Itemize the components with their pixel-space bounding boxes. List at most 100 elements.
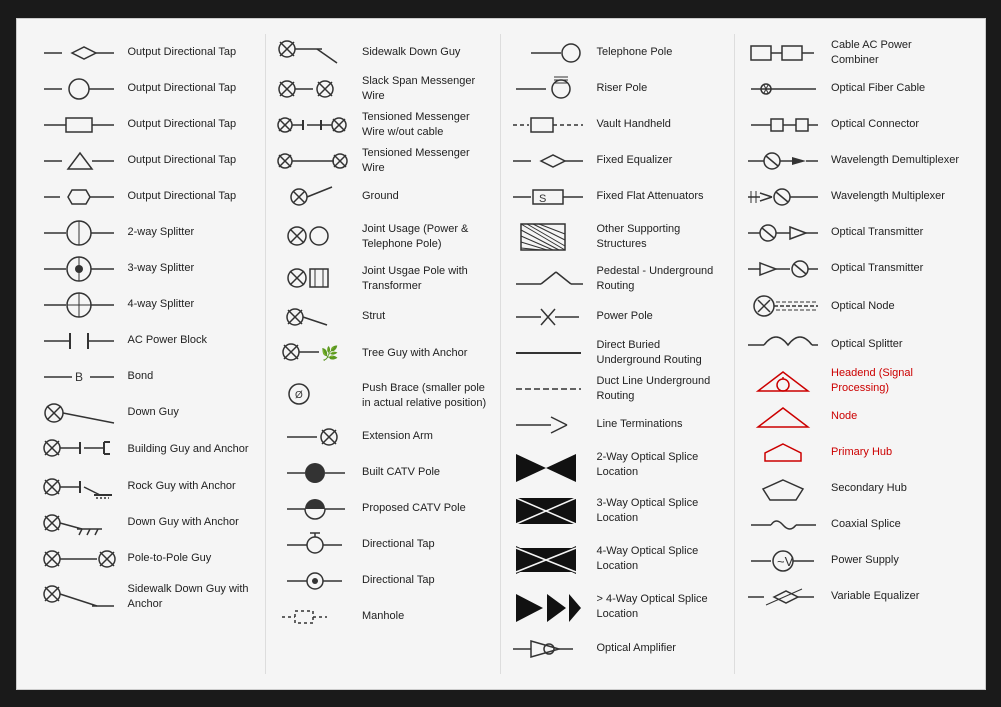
label: Pole-to-Pole Guy	[128, 551, 212, 565]
optical-node-symbol	[743, 290, 823, 324]
tensioned-messenger-symbol	[274, 147, 354, 175]
headend-symbol	[743, 367, 823, 395]
pedestal-underground-symbol	[509, 262, 589, 296]
svg-text:Ø: Ø	[295, 390, 303, 401]
label: Vault Handheld	[597, 117, 671, 131]
optical-fiber-cable-symbol	[743, 75, 823, 103]
fixed-equalizer-symbol	[509, 147, 589, 175]
push-brace-symbol: Ø	[274, 376, 354, 416]
list-item: Optical Node	[743, 290, 962, 324]
list-item: Rock Guy with Anchor	[40, 472, 258, 502]
label: Sidewalk Down Guy	[362, 45, 460, 59]
built-catv-pole-symbol	[274, 459, 354, 487]
sidewalk-down-guy-anchor-symbol	[40, 580, 120, 614]
label: Strut	[362, 309, 385, 323]
label: 3-Way Optical Splice Location	[597, 496, 727, 525]
list-item: Extension Arm	[274, 422, 492, 452]
other-supporting-symbol	[509, 218, 589, 256]
list-item: Riser Pole	[509, 74, 727, 104]
list-item: 3-way Splitter	[40, 254, 258, 284]
power-supply-symbol: ~V	[743, 547, 823, 575]
splitter-2way-symbol	[40, 219, 120, 247]
list-item: Wavelength Multiplexer	[743, 182, 962, 212]
list-item: Power Pole	[509, 302, 727, 332]
list-item: 🌿 Tree Guy with Anchor	[274, 338, 492, 370]
output-tap-triangle-symbol	[40, 147, 120, 175]
label: Directional Tap	[362, 537, 435, 551]
list-item: Sidewalk Down Guy with Anchor	[40, 580, 258, 614]
coaxial-splice-symbol	[743, 511, 823, 539]
label: Output Directional Tap	[128, 81, 237, 95]
label: Built CATV Pole	[362, 465, 440, 479]
list-item: S Fixed Flat Attenuators	[509, 182, 727, 212]
list-item: Slack Span Messenger Wire	[274, 74, 492, 104]
label: Manhole	[362, 609, 404, 623]
label: Variable Equalizer	[831, 589, 919, 603]
output-tap-circle-symbol	[40, 75, 120, 103]
list-item: Primary Hub	[743, 438, 962, 468]
label: Bond	[128, 369, 154, 383]
directional-tap-2-symbol	[274, 567, 354, 595]
list-item: Sidewalk Down Guy	[274, 38, 492, 68]
label: 3-way Splitter	[128, 261, 195, 275]
label: Output Directional Tap	[128, 189, 237, 203]
list-item: Output Directional Tap	[40, 182, 258, 212]
svg-text:~V: ~V	[777, 554, 794, 569]
node-symbol	[743, 403, 823, 431]
list-item: Joint Usage (Power & Telephone Pole)	[274, 218, 492, 256]
column-1: Output Directional Tap Output Directiona…	[32, 34, 267, 674]
label: Rock Guy with Anchor	[128, 479, 236, 493]
list-item: B Bond	[40, 362, 258, 392]
manhole-symbol	[274, 603, 354, 631]
list-item: Down Guy	[40, 398, 258, 428]
label: Tree Guy with Anchor	[362, 346, 467, 360]
list-item: Telephone Pole	[509, 38, 727, 68]
list-item: AC Power Block	[40, 326, 258, 356]
riser-pole-symbol	[509, 75, 589, 103]
splice-2way-symbol	[509, 446, 589, 484]
list-item: Vault Handheld	[509, 110, 727, 140]
list-item: Down Guy with Anchor	[40, 508, 258, 538]
optical-amplifier-symbol	[509, 635, 589, 663]
joint-usgae-transformer-symbol	[274, 262, 354, 296]
list-item: Joint Usgae Pole with Transformer	[274, 262, 492, 296]
list-item: Node	[743, 402, 962, 432]
label: Output Directional Tap	[128, 117, 237, 131]
label: Coaxial Splice	[831, 517, 901, 531]
list-item: Built CATV Pole	[274, 458, 492, 488]
rock-guy-anchor-symbol	[40, 473, 120, 501]
joint-usage-symbol	[274, 218, 354, 256]
label: 2-way Splitter	[128, 225, 195, 239]
list-item: Tensioned Messenger Wire	[274, 146, 492, 176]
label: Output Directional Tap	[128, 153, 237, 167]
list-item: Output Directional Tap	[40, 74, 258, 104]
list-item: 2-Way Optical Splice Location	[509, 446, 727, 484]
splice-3way-symbol	[509, 490, 589, 532]
label: 4-way Splitter	[128, 297, 195, 311]
list-item: Cable AC Power Combiner	[743, 38, 962, 68]
splice-gt4way-symbol	[509, 586, 589, 628]
list-item: Other Supporting Structures	[509, 218, 727, 256]
label: Fixed Equalizer	[597, 153, 673, 167]
down-guy-symbol	[40, 399, 120, 427]
splitter-3way-symbol	[40, 255, 120, 283]
label: Riser Pole	[597, 81, 648, 95]
output-tap-hex-symbol	[40, 183, 120, 211]
duct-line-symbol	[509, 375, 589, 403]
list-item: Direct Buried Underground Routing	[509, 338, 727, 368]
list-item: Output Directional Tap	[40, 38, 258, 68]
label: Optical Splitter	[831, 337, 903, 351]
list-item: Pole-to-Pole Guy	[40, 544, 258, 574]
label: Wavelength Multiplexer	[831, 189, 945, 203]
direct-buried-symbol	[509, 339, 589, 367]
list-item: Coaxial Splice	[743, 510, 962, 540]
label: Headend (Signal Processing)	[831, 366, 962, 395]
label: Extension Arm	[362, 429, 433, 443]
list-item: Proposed CATV Pole	[274, 494, 492, 524]
optical-transmitter-2-symbol	[743, 255, 823, 283]
label: > 4-Way Optical Splice Location	[597, 592, 727, 621]
list-item: 3-Way Optical Splice Location	[509, 490, 727, 532]
label: Optical Amplifier	[597, 641, 676, 655]
label: Optical Connector	[831, 117, 919, 131]
svg-text:🌿: 🌿	[321, 345, 338, 362]
